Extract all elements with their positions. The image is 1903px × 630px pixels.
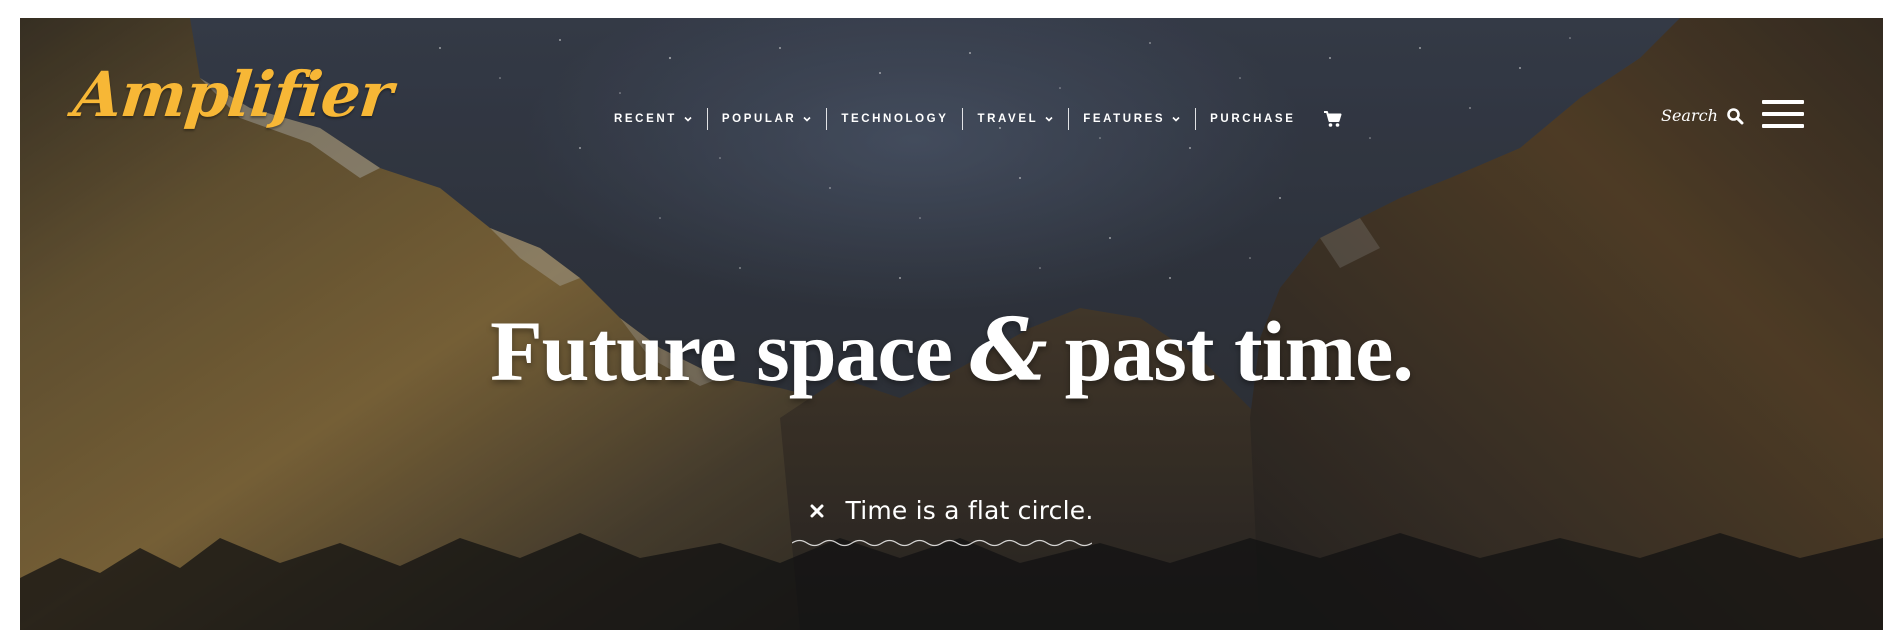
menu-bar <box>1762 100 1804 104</box>
nav-item-purchase[interactable]: PURCHASE <box>1196 108 1309 130</box>
chevron-down-icon <box>684 116 692 122</box>
hamburger-menu-icon[interactable] <box>1762 100 1804 130</box>
nav-item-technology[interactable]: TECHNOLOGY <box>827 108 962 130</box>
hero-banner: Amplifier RECENT POPULAR TECHNOLOGY TRAV… <box>20 18 1883 630</box>
headline-part-2: past time. <box>1064 303 1414 399</box>
hero-headline: Future space & past time. <box>20 300 1883 401</box>
menu-bar <box>1762 112 1804 116</box>
nav-item-travel[interactable]: TRAVEL <box>963 108 1068 130</box>
nav-item-label: PURCHASE <box>1210 113 1296 125</box>
chevron-down-icon <box>1045 116 1053 122</box>
headline-ampersand: & <box>969 300 1048 401</box>
tagline-group: Time is a flat circle. <box>791 496 1094 547</box>
tagline-text: Time is a flat circle. <box>845 496 1094 525</box>
menu-bar <box>1762 124 1804 128</box>
close-icon[interactable] <box>810 504 824 518</box>
search-icon <box>1727 107 1744 124</box>
search-label: Search <box>1661 106 1718 125</box>
hero-tagline: Time is a flat circle. <box>20 496 1883 547</box>
nav-item-features[interactable]: FEATURES <box>1069 108 1195 130</box>
wavy-underline <box>791 539 1092 547</box>
search-button[interactable]: Search <box>1661 106 1744 125</box>
chevron-down-icon <box>1172 116 1180 122</box>
nav-item-label: FEATURES <box>1083 113 1166 125</box>
chevron-down-icon <box>803 116 811 122</box>
shopping-cart-icon[interactable] <box>1323 109 1343 129</box>
headline-part-1: Future space <box>490 303 953 399</box>
nav-item-label: TRAVEL <box>977 113 1039 125</box>
site-logo[interactable]: Amplifier <box>70 58 395 131</box>
main-navigation: RECENT POPULAR TECHNOLOGY TRAVEL FEATURE… <box>600 104 1343 134</box>
nav-item-popular[interactable]: POPULAR <box>708 108 826 130</box>
nav-item-label: RECENT <box>614 113 677 125</box>
nav-item-label: POPULAR <box>721 113 797 125</box>
nav-item-recent[interactable]: RECENT <box>600 108 707 130</box>
nav-item-label: TECHNOLOGY <box>841 113 949 125</box>
